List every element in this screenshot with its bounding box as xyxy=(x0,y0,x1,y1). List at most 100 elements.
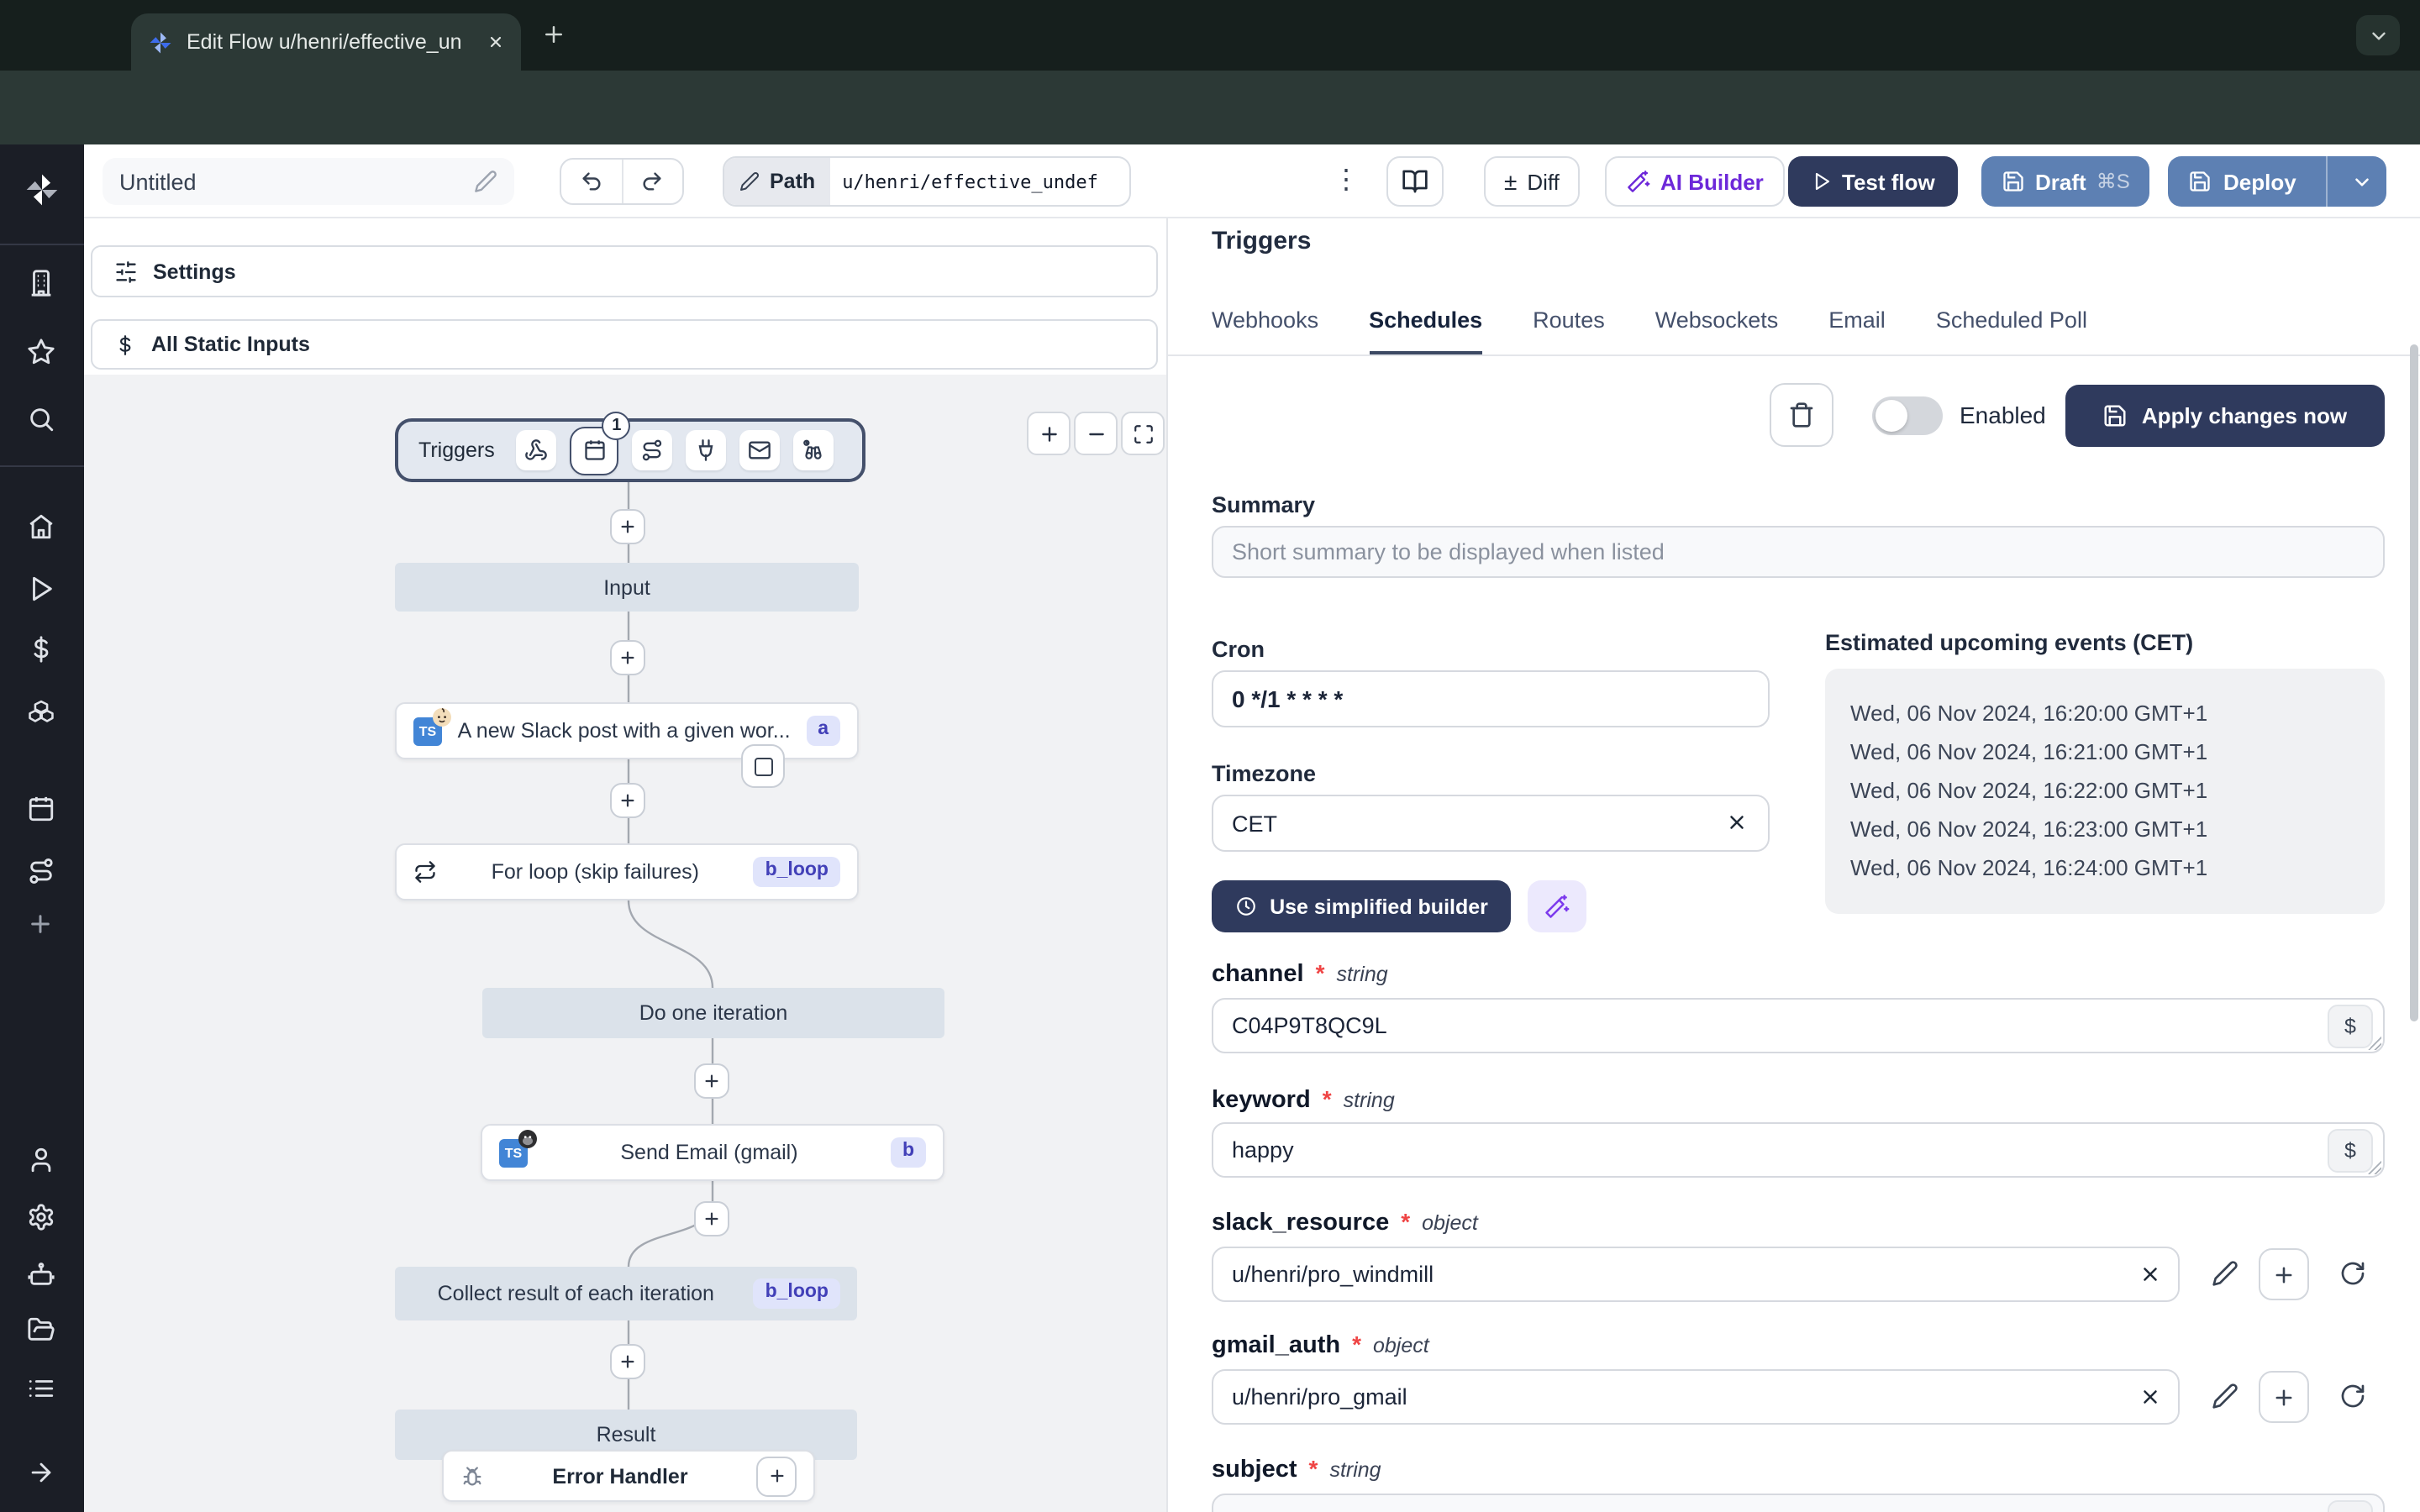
add-icon[interactable] xyxy=(27,911,54,937)
tab-websockets[interactable]: Websockets xyxy=(1655,307,1779,354)
input-node[interactable]: Input xyxy=(395,563,859,612)
edit-pencil-icon[interactable] xyxy=(474,170,497,193)
clear-resource-icon[interactable] xyxy=(2139,1263,2161,1285)
add-error-handler-button[interactable] xyxy=(756,1456,797,1496)
early-stop-button[interactable] xyxy=(741,744,785,788)
add-resource-button[interactable] xyxy=(2259,1248,2309,1300)
docs-button[interactable] xyxy=(1386,156,1444,207)
schedule-trigger-icon-selected[interactable]: 1 xyxy=(570,411,631,475)
add-step-button[interactable] xyxy=(610,1344,645,1379)
variables-icon[interactable] xyxy=(27,635,55,664)
refresh-resource-icon[interactable] xyxy=(2339,1260,2366,1287)
insert-variable-button[interactable]: $ xyxy=(2328,1500,2373,1512)
collapse-arrow-icon[interactable] xyxy=(27,1458,55,1487)
apply-changes-button[interactable]: Apply changes now xyxy=(2065,385,2385,447)
channel-input[interactable] xyxy=(1212,998,2385,1053)
square-icon xyxy=(754,757,772,775)
deploy-button[interactable]: Deploy xyxy=(2168,156,2387,207)
timezone-input[interactable] xyxy=(1212,795,1770,852)
draft-button[interactable]: Draft ⌘S xyxy=(1981,156,2150,207)
delete-schedule-button[interactable] xyxy=(1770,383,1833,447)
cron-input[interactable] xyxy=(1212,670,1770,727)
add-step-button[interactable] xyxy=(610,509,645,544)
routes-icon[interactable] xyxy=(27,857,55,885)
workspace-icon[interactable] xyxy=(27,269,55,297)
enabled-toggle[interactable] xyxy=(1872,396,1943,435)
test-flow-button[interactable]: Test flow xyxy=(1788,156,1959,207)
webhook-trigger-icon[interactable] xyxy=(516,430,557,470)
tab-schedules[interactable]: Schedules xyxy=(1369,307,1483,354)
path-field[interactable]: Path u/henri/effective_undef xyxy=(723,156,1131,207)
folder-icon[interactable] xyxy=(27,1315,55,1344)
settings-gear-icon[interactable] xyxy=(27,1203,55,1231)
email-step-node[interactable]: TS Send Email (gmail) b xyxy=(481,1124,944,1181)
error-handler-node[interactable]: Error Handler xyxy=(442,1450,815,1502)
refresh-resource-icon[interactable] xyxy=(2339,1383,2366,1410)
deploy-dropdown[interactable] xyxy=(2338,171,2387,192)
flow-settings-row[interactable]: Settings xyxy=(91,245,1158,297)
undo-button[interactable] xyxy=(561,160,623,203)
users-icon[interactable] xyxy=(27,1146,55,1174)
keyword-input[interactable] xyxy=(1212,1122,2385,1178)
ai-cron-button[interactable] xyxy=(1528,880,1586,932)
browser-tab[interactable]: Edit Flow u/henri/effective_un xyxy=(131,13,521,71)
windmill-logo[interactable] xyxy=(24,171,60,208)
scheduled-poll-trigger-icon[interactable] xyxy=(793,430,834,470)
bot-icon[interactable] xyxy=(27,1260,55,1289)
redo-button[interactable] xyxy=(623,160,682,203)
tab-routes[interactable]: Routes xyxy=(1533,307,1605,354)
resize-handle[interactable] xyxy=(2368,1037,2381,1050)
home-icon[interactable] xyxy=(27,512,55,541)
add-resource-button[interactable] xyxy=(2259,1371,2309,1423)
zoom-out-button[interactable] xyxy=(1074,412,1118,455)
resources-icon[interactable] xyxy=(27,696,55,724)
path-value[interactable]: u/henri/effective_undef xyxy=(830,158,1110,205)
add-step-button[interactable] xyxy=(610,783,645,818)
flow-canvas[interactable]: Triggers 1 Input TS A new Slack post wit… xyxy=(84,375,1166,1512)
panel-scrollbar[interactable] xyxy=(2410,344,2418,1021)
triggers-node[interactable]: Triggers 1 xyxy=(395,411,865,482)
static-inputs-row[interactable]: All Static Inputs xyxy=(91,319,1158,370)
diff-button[interactable]: ± Diff xyxy=(1484,156,1580,207)
fit-view-button[interactable] xyxy=(1121,412,1165,455)
gmail-auth-input[interactable] xyxy=(1212,1369,2180,1425)
insert-variable-button[interactable]: $ xyxy=(2328,1129,2373,1173)
slack-resource-input[interactable] xyxy=(1212,1247,2180,1302)
tab-email[interactable]: Email xyxy=(1828,307,1886,354)
slack-step-node[interactable]: TS A new Slack post with a given wor... … xyxy=(395,702,859,759)
edit-resource-icon[interactable] xyxy=(2212,1260,2238,1287)
clear-resource-icon[interactable] xyxy=(2139,1386,2161,1408)
field-label-gmail-auth: gmail_auth * object xyxy=(1212,1331,1429,1359)
add-step-button[interactable] xyxy=(610,640,645,675)
edit-resource-icon[interactable] xyxy=(2212,1383,2238,1410)
clear-timezone-icon[interactable] xyxy=(1726,811,1748,833)
schedules-icon[interactable] xyxy=(27,795,55,823)
flow-name-input[interactable]: Untitled xyxy=(103,158,514,205)
subject-input[interactable] xyxy=(1212,1494,2385,1512)
zoom-in-button[interactable] xyxy=(1027,412,1071,455)
runs-icon[interactable] xyxy=(27,575,55,603)
ai-builder-button[interactable]: AI Builder xyxy=(1605,156,1786,207)
summary-input[interactable] xyxy=(1212,526,2385,578)
insert-variable-button[interactable]: $ xyxy=(2328,1005,2373,1048)
simplified-builder-button[interactable]: Use simplified builder xyxy=(1212,880,1511,932)
resize-handle[interactable] xyxy=(2368,1161,2381,1174)
audit-logs-icon[interactable] xyxy=(27,1374,55,1403)
tab-scheduled-poll[interactable]: Scheduled Poll xyxy=(1936,307,2087,354)
tab-search-button[interactable] xyxy=(2356,15,2400,55)
route-trigger-icon[interactable] xyxy=(632,430,673,470)
collect-node[interactable]: Collect result of each iteration b_loop xyxy=(395,1267,857,1320)
more-options-icon[interactable]: ⋮ xyxy=(1333,163,1360,197)
email-trigger-icon[interactable] xyxy=(739,430,781,470)
tab-webhooks[interactable]: Webhooks xyxy=(1212,307,1318,354)
deploy-main[interactable]: Deploy xyxy=(2168,169,2317,194)
forloop-node[interactable]: For loop (skip failures) b_loop xyxy=(395,843,859,900)
new-tab-button[interactable] xyxy=(541,22,566,47)
iteration-node[interactable]: Do one iteration xyxy=(482,988,944,1038)
websocket-trigger-icon[interactable] xyxy=(686,430,727,470)
favorites-icon[interactable] xyxy=(27,338,55,366)
close-tab-icon[interactable] xyxy=(487,34,504,50)
add-step-button[interactable] xyxy=(694,1063,729,1099)
add-step-button[interactable] xyxy=(694,1201,729,1236)
search-icon[interactable] xyxy=(27,405,55,433)
